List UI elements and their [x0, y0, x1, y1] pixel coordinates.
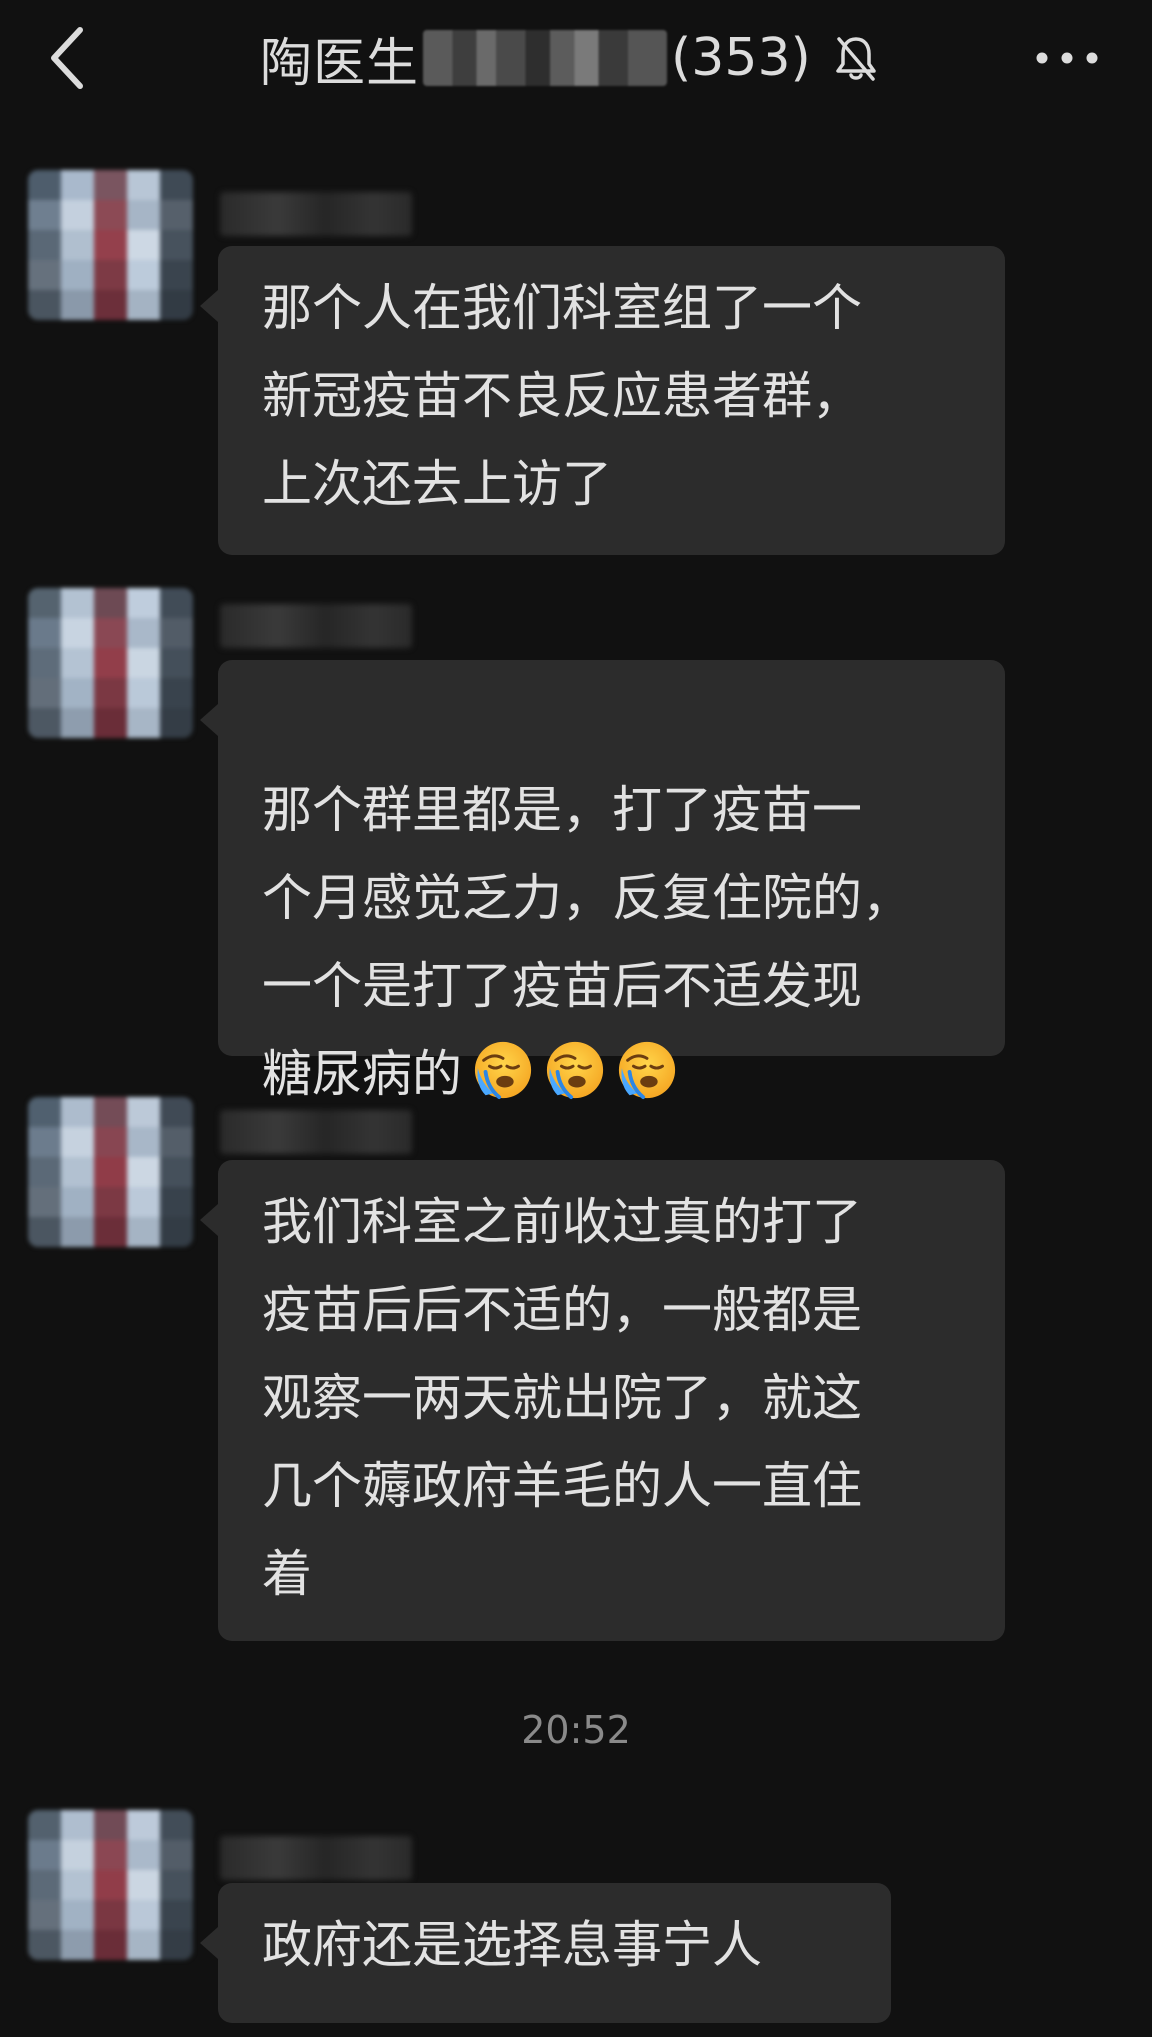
- avatar[interactable]: [28, 588, 193, 738]
- avatar[interactable]: [28, 1097, 193, 1247]
- chat-timestamp: 20:52: [521, 1708, 631, 1752]
- avatar[interactable]: [28, 1810, 193, 1960]
- message-bubble[interactable]: 我们科室之前收过真的打了 疫苗后后不适的，一般都是 观察一两天就出院了，就这 几…: [200, 1160, 1005, 1641]
- avatar[interactable]: [28, 170, 193, 320]
- member-count: (353): [671, 28, 811, 88]
- message-bubble[interactable]: 那个人在我们科室组了一个 新冠疫苗不良反应患者群， 上次还去上访了: [200, 246, 1005, 555]
- message-bubble[interactable]: 那个群里都是，打了疫苗一 个月感觉乏力，反复住院的， 一个是打了疫苗后不适发现 …: [200, 660, 1005, 1103]
- chevron-left-icon: [51, 27, 83, 89]
- chat-title-name: 陶医生: [260, 33, 420, 94]
- more-options-button[interactable]: [1032, 40, 1102, 76]
- back-button[interactable]: [40, 22, 100, 94]
- chat-header: 陶医生 (353): [0, 0, 1152, 115]
- message-bubble[interactable]: 政府还是选择息事宁人: [200, 1883, 891, 2023]
- more-horizontal-icon: [1036, 52, 1098, 64]
- redacted-nickname: [220, 1836, 412, 1880]
- loudly-crying-face-icon: [546, 1041, 604, 1100]
- redacted-nickname: [220, 604, 412, 648]
- loudly-crying-face-icon: [618, 1041, 676, 1100]
- emoji-group: [462, 1041, 678, 1103]
- chat-title: 陶医生 (353): [260, 18, 879, 98]
- redacted-nickname: [220, 1110, 412, 1154]
- bell-off-icon: [836, 37, 876, 81]
- redacted-nickname: [220, 192, 412, 236]
- loudly-crying-face-icon: [474, 1041, 532, 1100]
- redacted-name-mask: [423, 30, 668, 86]
